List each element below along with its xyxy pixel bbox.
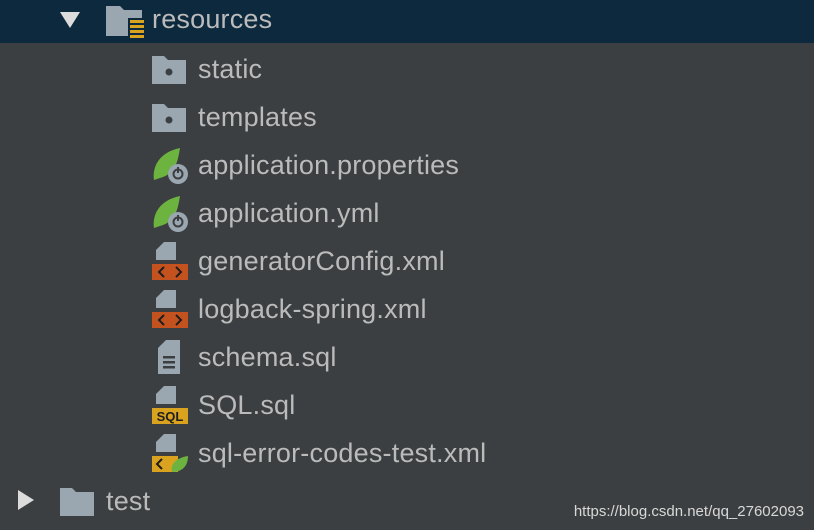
tree-node-generatorconfig-xml[interactable]: generatorConfig.xml bbox=[0, 236, 814, 284]
text-file-icon bbox=[150, 336, 190, 376]
spring-xml-file-icon bbox=[150, 432, 190, 472]
svg-text:SQL: SQL bbox=[157, 409, 184, 424]
tree-node-label: test bbox=[106, 486, 151, 516]
resources-folder-icon bbox=[104, 0, 146, 40]
tree-node-static[interactable]: static bbox=[0, 44, 814, 92]
expand-arrow-icon[interactable] bbox=[58, 8, 82, 32]
xml-file-icon bbox=[150, 240, 190, 280]
tree-node-application-yml[interactable]: application.yml bbox=[0, 188, 814, 236]
tree-node-label: static bbox=[198, 54, 263, 84]
tree-node-label: schema.sql bbox=[198, 342, 337, 372]
tree-node-label: sql-error-codes-test.xml bbox=[198, 438, 487, 468]
folder-icon bbox=[150, 50, 190, 90]
tree-node-label: SQL.sql bbox=[198, 390, 296, 420]
tree-node-label: generatorConfig.xml bbox=[198, 246, 445, 276]
folder-icon bbox=[58, 482, 98, 522]
spring-config-icon bbox=[150, 144, 190, 184]
tree-node-logback-spring-xml[interactable]: logback-spring.xml bbox=[0, 284, 814, 332]
folder-icon bbox=[150, 98, 190, 138]
tree-node-label: application.yml bbox=[198, 198, 380, 228]
tree-node-application-properties[interactable]: application.properties bbox=[0, 140, 814, 188]
tree-node-sql-error-codes-test-xml[interactable]: sql-error-codes-test.xml bbox=[0, 428, 814, 476]
tree-node-label: resources bbox=[152, 4, 273, 34]
tree-node-schema-sql[interactable]: schema.sql bbox=[0, 332, 814, 380]
tree-node-resources[interactable]: resources bbox=[0, 0, 814, 43]
project-tree: resources static templates application.p… bbox=[0, 0, 814, 530]
spring-config-icon bbox=[150, 192, 190, 232]
tree-node-sql-sql[interactable]: SQL SQL.sql bbox=[0, 380, 814, 428]
tree-node-label: templates bbox=[198, 102, 317, 132]
watermark: https://blog.csdn.net/qq_27602093 bbox=[573, 503, 804, 520]
tree-node-templates[interactable]: templates bbox=[0, 92, 814, 140]
xml-file-icon bbox=[150, 288, 190, 328]
tree-node-label: logback-spring.xml bbox=[198, 294, 427, 324]
sql-file-icon: SQL bbox=[150, 384, 190, 424]
tree-node-label: application.properties bbox=[198, 150, 460, 180]
collapse-arrow-icon[interactable] bbox=[14, 488, 38, 512]
